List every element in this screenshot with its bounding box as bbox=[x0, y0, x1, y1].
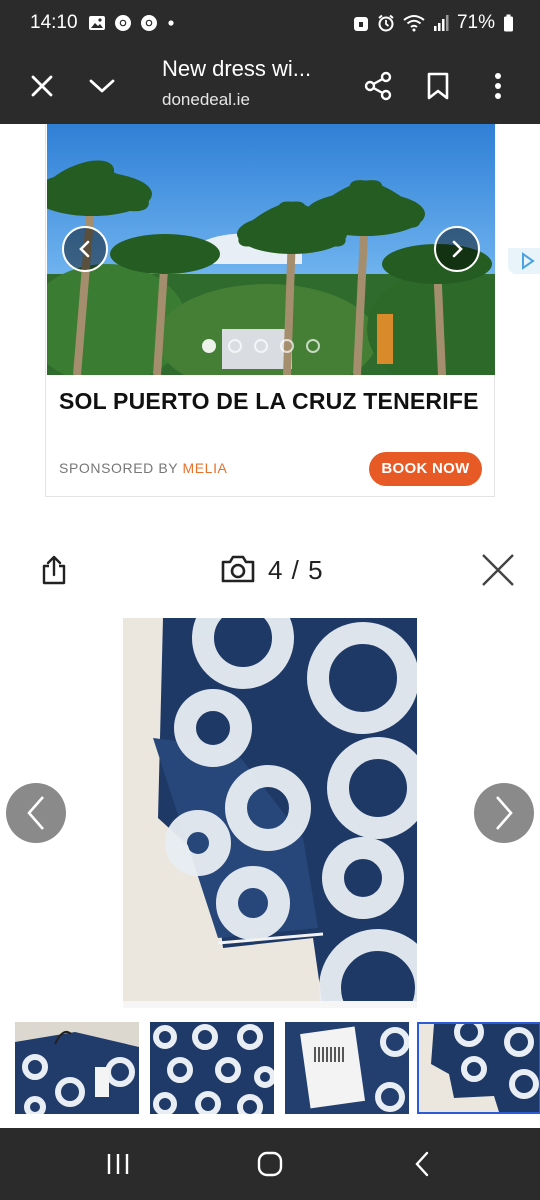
sponsor-brand: MELIA bbox=[182, 460, 228, 476]
slide-dot[interactable] bbox=[228, 339, 242, 353]
bookmark-icon bbox=[427, 72, 449, 100]
thumbnail-2[interactable] bbox=[150, 1022, 274, 1114]
sponsored-by-label: SPONSORED BY bbox=[59, 460, 178, 476]
gallery-share-button[interactable] bbox=[36, 552, 72, 588]
photo-counter: 4 / 5 bbox=[268, 555, 324, 585]
minimize-tab-button[interactable] bbox=[80, 64, 124, 108]
bookmark-button[interactable] bbox=[416, 64, 460, 108]
gallery-icon bbox=[89, 16, 105, 30]
adchoices-badge[interactable] bbox=[508, 248, 540, 274]
close-tab-button[interactable] bbox=[20, 64, 64, 108]
status-time: 14:10 bbox=[30, 12, 78, 33]
status-bar: 14:10 71% bbox=[0, 0, 540, 50]
recents-button[interactable] bbox=[98, 1148, 138, 1180]
page-title: New dress wi... bbox=[162, 56, 312, 81]
wifi-icon bbox=[403, 15, 425, 32]
ad-next-slide-button[interactable] bbox=[434, 226, 480, 272]
thumbnail-image bbox=[285, 1022, 409, 1114]
thumbnail-image bbox=[419, 1024, 539, 1112]
chevron-left-icon bbox=[79, 240, 90, 258]
chrome-icon bbox=[115, 15, 131, 31]
home-button[interactable] bbox=[250, 1148, 290, 1180]
next-photo-button[interactable] bbox=[474, 783, 534, 843]
thumbnail-4-selected[interactable] bbox=[417, 1022, 540, 1114]
share-out-icon bbox=[42, 555, 66, 585]
close-icon bbox=[482, 554, 514, 586]
system-navigation-bar bbox=[0, 1128, 540, 1200]
signal-icon bbox=[433, 15, 449, 31]
ad-prev-slide-button[interactable] bbox=[62, 226, 108, 272]
back-icon bbox=[415, 1151, 429, 1177]
chrome-icon bbox=[141, 15, 157, 31]
alarm-lock-icon bbox=[353, 17, 368, 31]
ad-sponsor-line: SPONSORED BY MELIA bbox=[59, 460, 228, 476]
thumbnail-image bbox=[15, 1022, 139, 1114]
home-icon bbox=[257, 1151, 283, 1177]
slide-dot[interactable] bbox=[280, 339, 294, 353]
previous-photo-button[interactable] bbox=[6, 783, 66, 843]
page-url: donedeal.ie bbox=[162, 90, 250, 109]
gallery-close-button[interactable] bbox=[478, 550, 518, 590]
sponsored-ad-card[interactable]: SOL PUERTO DE LA CRUZ TENERIFE SPONSORED… bbox=[45, 124, 540, 497]
ad-title[interactable]: SOL PUERTO DE LA CRUZ TENERIFE bbox=[59, 388, 479, 415]
chevron-right-icon bbox=[452, 240, 463, 258]
status-notification-icons bbox=[88, 14, 176, 32]
battery-icon bbox=[504, 14, 513, 32]
main-photo[interactable] bbox=[123, 618, 417, 1008]
dot-icon bbox=[168, 20, 174, 26]
book-now-button[interactable]: BOOK NOW bbox=[369, 452, 482, 486]
thumbnail-image bbox=[150, 1022, 274, 1114]
thumbnail-1[interactable] bbox=[15, 1022, 139, 1114]
chevron-left-icon bbox=[27, 796, 44, 830]
more-options-button[interactable] bbox=[476, 64, 520, 108]
alarm-clock-icon bbox=[378, 14, 394, 32]
slide-dot[interactable] bbox=[306, 339, 320, 353]
slide-dot[interactable] bbox=[254, 339, 268, 353]
share-button[interactable] bbox=[356, 64, 400, 108]
chevron-down-icon bbox=[89, 79, 115, 93]
gallery-header: 4 / 5 bbox=[0, 540, 540, 600]
status-system-icons: 71% bbox=[353, 12, 514, 34]
adchoices-icon bbox=[522, 252, 535, 270]
recents-icon bbox=[107, 1154, 129, 1174]
ad-slide-indicators bbox=[202, 339, 320, 353]
more-vert-icon bbox=[495, 73, 501, 99]
palm-trees-photo bbox=[47, 124, 495, 375]
slide-dot[interactable] bbox=[202, 339, 216, 353]
custom-tab-toolbar: New dress wi... donedeal.ie bbox=[0, 50, 540, 124]
thumbnail-3[interactable] bbox=[285, 1022, 409, 1114]
ad-hero-image[interactable] bbox=[47, 124, 495, 375]
dress-sleeve-photo bbox=[123, 618, 417, 1008]
close-icon bbox=[31, 75, 53, 97]
camera-icon bbox=[221, 555, 255, 583]
chevron-right-icon bbox=[496, 796, 513, 830]
battery-percent: 71% bbox=[456, 12, 495, 33]
share-icon bbox=[364, 71, 392, 101]
back-button[interactable] bbox=[402, 1148, 442, 1180]
